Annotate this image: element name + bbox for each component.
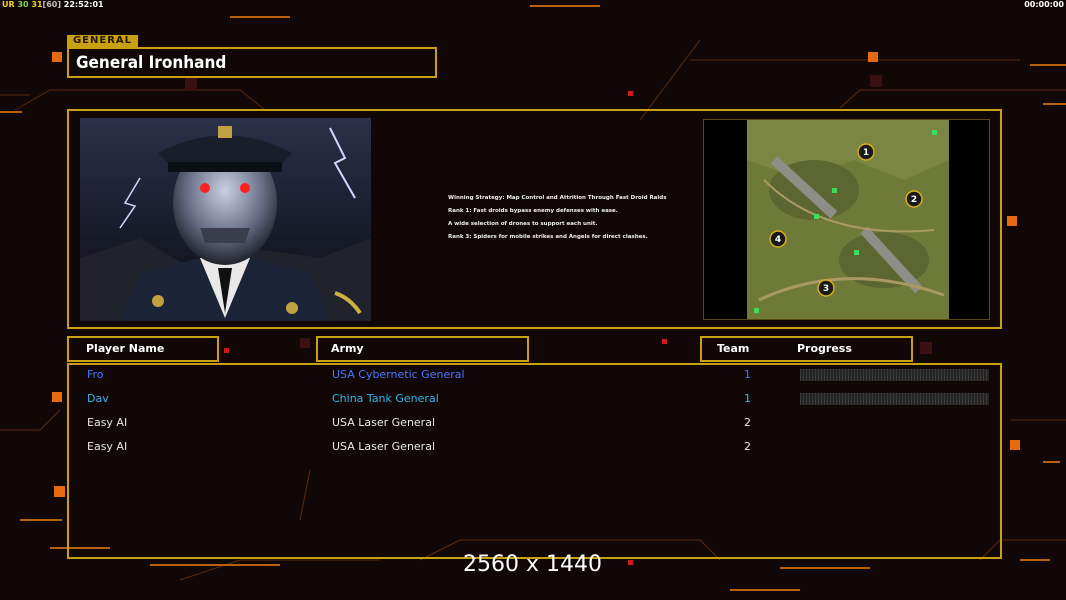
player-team: 1 <box>744 392 751 405</box>
general-name: General Ironhand <box>67 47 437 78</box>
column-header-army[interactable]: Army <box>316 336 529 362</box>
player-progress-bar <box>800 393 989 405</box>
player-army: USA Cybernetic General <box>332 368 465 381</box>
player-team: 1 <box>744 368 751 381</box>
column-header-progress[interactable]: Progress <box>797 338 852 360</box>
player-team: 2 <box>744 440 751 453</box>
hud-fps-alt: 31 <box>31 0 43 9</box>
skirmish-map-preview: 1 2 4 3 <box>703 119 990 320</box>
player-row[interactable]: Fro USA Cybernetic General 1 <box>69 366 1000 384</box>
column-header-player-name[interactable]: Player Name <box>67 336 219 362</box>
hud-timer: 00:00:00 <box>1024 0 1064 9</box>
player-army: USA Laser General <box>332 440 435 453</box>
cyborg-general-portrait <box>80 118 371 321</box>
player-row[interactable]: Dav China Tank General 1 <box>69 390 1000 408</box>
description-line: A wide selection of drones to support ea… <box>448 221 598 227</box>
map-start-1: 1 <box>863 148 869 158</box>
hud-fps-cap: [60] <box>42 0 61 9</box>
hud-clock: 22:52:01 <box>63 0 104 9</box>
player-name: Easy AI <box>87 440 128 453</box>
map-start-2: 2 <box>911 195 917 205</box>
general-description: Winning Strategy: Map Control and Attrit… <box>448 195 678 247</box>
player-army: USA Laser General <box>332 416 435 429</box>
column-header-team[interactable]: Team <box>717 338 749 360</box>
player-team: 2 <box>744 416 751 429</box>
hud-ur-label: UR <box>2 0 15 9</box>
description-line: Winning Strategy: Map Control and Attrit… <box>448 195 667 201</box>
player-name: Fro <box>87 368 104 381</box>
players-list: Fro USA Cybernetic General 1 Dav China T… <box>67 363 1002 559</box>
map-start-3: 3 <box>823 284 829 294</box>
map-start-4: 4 <box>775 235 781 245</box>
column-header-team-progress: Team Progress <box>700 336 913 362</box>
player-progress-bar <box>800 369 989 381</box>
description-line: Rank 1: Fast droids bypass enemy defense… <box>448 208 618 214</box>
player-row[interactable]: Easy AI USA Laser General 2 <box>69 414 1000 432</box>
hud-stats: UR 30 31[60] 22:52:01 <box>2 0 104 9</box>
description-line: Rank 3: Spiders for mobile strikes and A… <box>448 234 648 240</box>
resolution-label: 2560 x 1440 <box>463 552 602 577</box>
player-name: Dav <box>87 392 109 405</box>
player-army: China Tank General <box>332 392 439 405</box>
player-name: Easy AI <box>87 416 128 429</box>
general-tag: GENERAL <box>67 35 138 47</box>
player-row[interactable]: Easy AI USA Laser General 2 <box>69 438 1000 456</box>
hud-fps: 30 <box>17 0 29 9</box>
